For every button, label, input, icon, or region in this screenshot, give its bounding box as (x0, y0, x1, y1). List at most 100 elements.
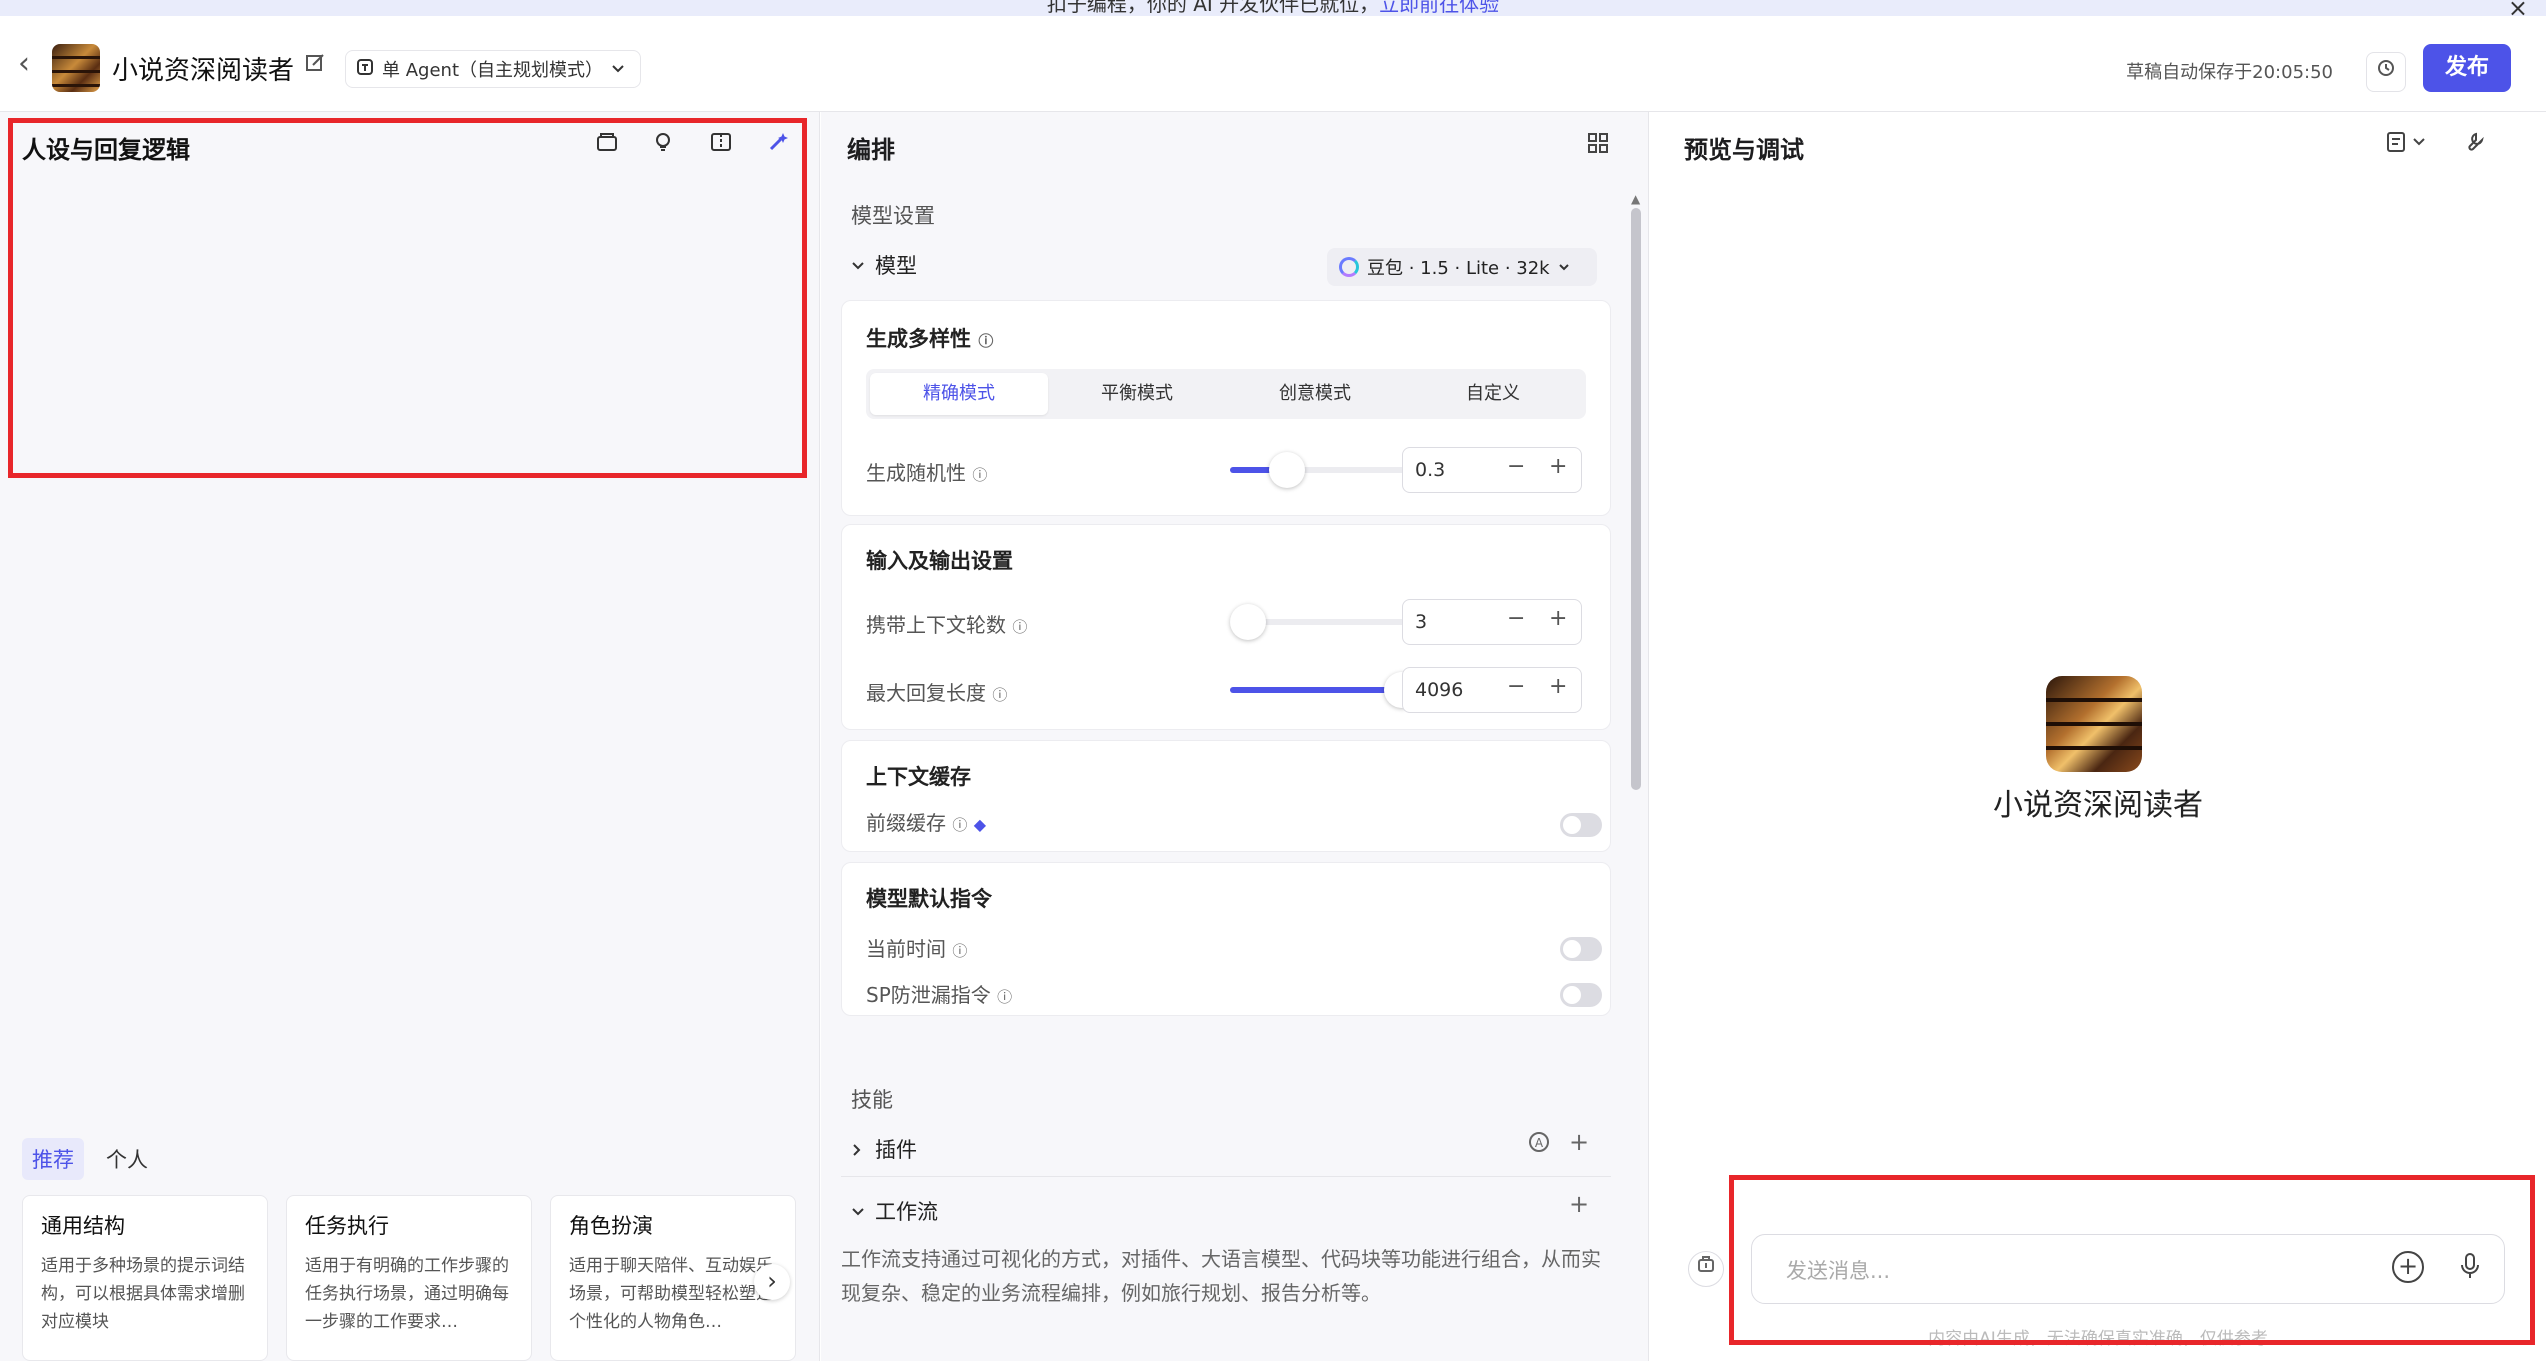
info-icon[interactable]: ⓘ (952, 816, 967, 834)
model-value: 豆包 · 1.5 · Lite · 32k (1367, 258, 1550, 279)
chevron-down-icon (851, 1200, 865, 1224)
split-view-icon[interactable] (706, 130, 736, 160)
wrench-icon[interactable] (2462, 130, 2486, 160)
debug-options-icon[interactable] (2386, 130, 2430, 160)
minus-icon[interactable]: − (1507, 606, 1525, 631)
context-stepper[interactable]: 3 − + (1402, 599, 1582, 645)
prefix-cache-toggle[interactable] (1560, 813, 1602, 837)
context-slider[interactable] (1230, 604, 1420, 640)
stepper-value[interactable]: 3 (1415, 611, 1427, 633)
close-icon[interactable]: × (2508, 0, 2528, 16)
app-avatar (52, 44, 100, 92)
minus-icon[interactable]: − (1507, 674, 1525, 699)
plus-icon[interactable]: + (1549, 674, 1567, 699)
card-desc: 适用于聊天陪伴、互动娱乐场景，可帮助模型轻松塑造个性化的人物角色… (569, 1256, 773, 1332)
temperature-stepper[interactable]: 0.3 − + (1402, 447, 1582, 493)
model-select[interactable]: 豆包 · 1.5 · Lite · 32k (1327, 248, 1597, 286)
agent-icon (356, 58, 374, 81)
persona-title: 人设与回复逻辑 (22, 136, 190, 164)
tab-recommended[interactable]: 推荐 (22, 1138, 84, 1180)
divider (841, 1176, 1611, 1177)
tab-personal[interactable]: 个人 (96, 1138, 158, 1180)
edit-icon[interactable] (304, 52, 328, 76)
chevron-down-icon (1558, 257, 1570, 278)
layout-grid-icon[interactable] (1587, 132, 1609, 160)
info-icon[interactable]: ⓘ (1012, 618, 1027, 636)
skills-label: 技能 (851, 1088, 893, 1112)
template-card[interactable]: 任务执行 适用于有明确的工作步骤的任务执行场景，通过明确每一步骤的工作要求… (286, 1195, 532, 1361)
context-label-text: 携带上下文轮数 (866, 613, 1006, 637)
prefix-cache-label: 前缀缓存 ⓘ ◆ (866, 807, 986, 836)
temperature-slider[interactable] (1230, 452, 1420, 488)
auto-icon[interactable]: A (1527, 1130, 1551, 1160)
add-workflow-icon[interactable]: + (1569, 1190, 1589, 1218)
prefix-label-text: 前缀缓存 (866, 811, 946, 835)
chevron-right-icon[interactable]: › (754, 1264, 790, 1300)
prompt-library-icon[interactable] (592, 130, 622, 160)
bulb-icon[interactable] (648, 130, 678, 160)
sp-leak-toggle[interactable] (1560, 983, 1602, 1007)
io-settings-card: 输入及输出设置 携带上下文轮数 ⓘ 3 − + 最大回复长度 ⓘ 4096 − … (841, 524, 1611, 730)
clear-context-icon[interactable] (1688, 1251, 1724, 1287)
scrollbar-thumb[interactable] (1631, 208, 1641, 790)
slider-handle[interactable] (1230, 604, 1266, 640)
cache-title: 上下文缓存 (866, 765, 971, 789)
info-icon[interactable]: ⓘ (992, 686, 1007, 704)
chevron-down-icon (611, 59, 625, 80)
mode-custom[interactable]: 自定义 (1404, 373, 1582, 415)
max-length-label: 最大回复长度 ⓘ (866, 677, 1007, 706)
temperature-label: 生成随机性 ⓘ (866, 457, 987, 486)
temperature-label-text: 生成随机性 (866, 461, 966, 485)
info-icon[interactable]: ⓘ (978, 332, 993, 350)
workflow-section-toggle[interactable]: 工作流 (851, 1196, 938, 1226)
template-tabs: 推荐 个人 (22, 1138, 158, 1180)
slider-handle[interactable] (1269, 452, 1305, 488)
history-button[interactable] (2366, 52, 2406, 92)
microphone-icon[interactable] (2458, 1251, 2482, 1287)
message-input[interactable]: 发送消息... + (1751, 1234, 2505, 1304)
mode-creative[interactable]: 创意模式 (1226, 373, 1404, 415)
mode-balanced[interactable]: 平衡模式 (1048, 373, 1226, 415)
scroll-up-icon[interactable]: ▲ (1631, 192, 1640, 206)
back-icon[interactable]: ‹ (18, 46, 30, 81)
info-icon[interactable]: ⓘ (952, 942, 967, 960)
max-length-slider[interactable] (1230, 672, 1420, 708)
card-title: 角色扮演 (569, 1214, 653, 1238)
premium-badge-icon: ◆ (973, 815, 987, 834)
banner-message: 扣子编程，你的 AI 开发伙伴已就位， (1046, 0, 1380, 16)
banner-link[interactable]: 立即前往体验 (1379, 0, 1499, 16)
agent-mode-select[interactable]: 单 Agent（自主规划模式） (345, 50, 641, 88)
model-section-toggle[interactable]: 模型 (851, 250, 917, 280)
info-icon[interactable]: ⓘ (997, 988, 1012, 1006)
stepper-value[interactable]: 4096 (1415, 679, 1463, 701)
agent-mode-label: 单 Agent（自主规划模式） (382, 60, 604, 81)
card-desc: 适用于多种场景的提示词结构，可以根据具体需求增删对应模块 (41, 1256, 245, 1332)
io-title: 输入及输出设置 (866, 549, 1013, 573)
max-length-stepper[interactable]: 4096 − + (1402, 667, 1582, 713)
plus-icon[interactable]: + (1549, 606, 1567, 631)
preview-panel: 预览与调试 小说资深阅读者 发送消息... + 内容由AI生成，无法确保真实准确… (1650, 112, 2546, 1361)
diversity-title-text: 生成多样性 (866, 327, 971, 351)
add-attachment-icon[interactable]: + (2392, 1251, 2424, 1283)
scrollbar[interactable]: ▲ (1631, 192, 1641, 1232)
autosave-status: 草稿自动保存于20:05:50 (2126, 62, 2333, 83)
sp-label-text: SP防泄漏指令 (866, 983, 991, 1007)
ai-optimize-icon[interactable] (763, 130, 793, 160)
current-time-toggle[interactable] (1560, 937, 1602, 961)
default-instructions-card: 模型默认指令 当前时间 ⓘ SP防泄漏指令 ⓘ (841, 862, 1611, 1016)
publish-button[interactable]: 发布 (2423, 44, 2511, 92)
model-label: 模型 (875, 254, 917, 278)
mode-precise[interactable]: 精确模式 (870, 373, 1048, 415)
minus-icon[interactable]: − (1507, 454, 1525, 479)
time-label-text: 当前时间 (866, 937, 946, 961)
workflow-description: 工作流支持通过可视化的方式，对插件、大语言模型、代码块等功能进行组合，从而实现复… (841, 1247, 1601, 1305)
stepper-value[interactable]: 0.3 (1415, 459, 1445, 481)
add-plugin-icon[interactable]: + (1569, 1128, 1589, 1156)
context-cache-card: 上下文缓存 前缀缓存 ⓘ ◆ (841, 740, 1611, 852)
template-card[interactable]: 通用结构 适用于多种场景的提示词结构，可以根据具体需求增删对应模块 (22, 1195, 268, 1361)
banner-text: 扣子编程，你的 AI 开发伙伴已就位，立即前往体验 (0, 0, 2546, 16)
plus-icon[interactable]: + (1549, 454, 1567, 479)
message-placeholder[interactable]: 发送消息... (1786, 1255, 1890, 1285)
info-icon[interactable]: ⓘ (972, 466, 987, 484)
plugin-section-toggle[interactable]: 插件 (851, 1134, 917, 1164)
